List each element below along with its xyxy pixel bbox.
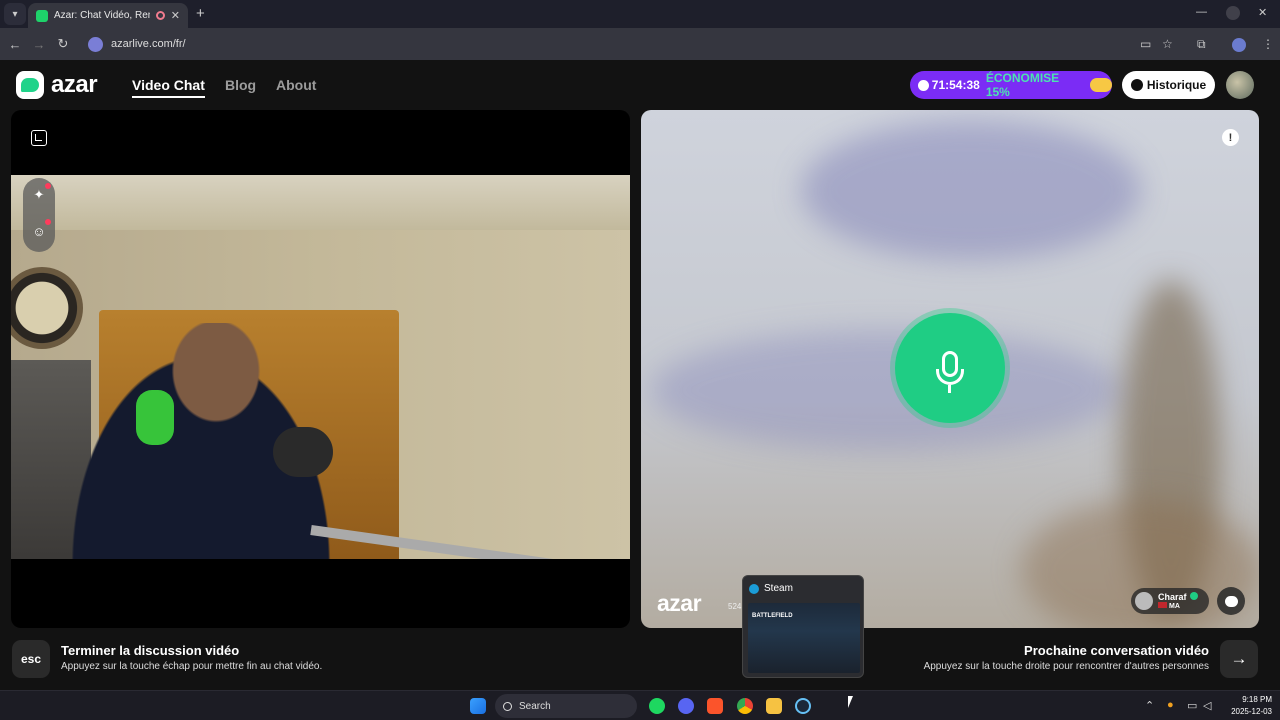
- azar-page: azar Video Chat Blog About 71:54:38 ÉCON…: [0, 60, 1280, 690]
- history-button[interactable]: Historique: [1122, 71, 1215, 99]
- azar-logo-icon: [16, 71, 44, 99]
- browser-tab[interactable]: Azar: Chat Vidéo, Rencontre ✕: [28, 3, 188, 28]
- tab-search-button[interactable]: ▾: [4, 3, 26, 25]
- omnibox[interactable]: azarlive.com/fr/: [82, 32, 1132, 56]
- profile-avatar-icon[interactable]: [1232, 38, 1246, 52]
- logo-text: azar: [51, 71, 98, 98]
- minimize-button[interactable]: —: [1196, 6, 1207, 18]
- recording-icon: [155, 11, 165, 20]
- file-explorer-icon[interactable]: [766, 698, 782, 714]
- partner-avatar: [1135, 592, 1153, 610]
- new-tab-button[interactable]: +: [196, 5, 205, 22]
- nav-about[interactable]: About: [276, 77, 316, 93]
- my-video-pane: ✦ ☺: [11, 110, 630, 628]
- sparkle-effects-icon[interactable]: ✦: [31, 183, 51, 203]
- cast-icon[interactable]: ▭: [1140, 37, 1151, 51]
- my-camera-feed: [11, 175, 630, 563]
- clock-date: 2025-12-03: [1231, 707, 1272, 716]
- browser-address-bar: ← → ↻ azarlive.com/fr/ ▭ ☆ ⧉ ⋮: [0, 28, 1280, 60]
- promo-banner[interactable]: 71:54:38 ÉCONOMISE 15%: [910, 71, 1112, 99]
- spotify-icon[interactable]: [649, 698, 665, 714]
- partner-video-pane: ! azar 524 Charaf MA: [641, 110, 1259, 628]
- partner-country: MA: [1169, 602, 1180, 610]
- end-chat-title: Terminer la discussion vidéo: [61, 643, 240, 658]
- volume-icon[interactable]: ◁: [1203, 699, 1211, 712]
- end-chat-subtitle: Appuyez sur la touche échap pour mettre …: [61, 661, 323, 672]
- steam-taskbar-icon[interactable]: [795, 698, 811, 714]
- network-icon[interactable]: ▭: [1187, 699, 1197, 712]
- microphone-tray-icon[interactable]: ●: [1167, 699, 1174, 711]
- next-chat-title: Prochaine conversation vidéo: [1024, 643, 1209, 658]
- azar-logo[interactable]: azar: [16, 71, 98, 99]
- site-info-icon[interactable]: [88, 36, 103, 52]
- tray-overflow-icon[interactable]: ⌃: [1145, 699, 1154, 712]
- windows-taskbar: Search ⌃ ● ▭ ◁ 9:18 PM 2025-12-03: [0, 690, 1280, 720]
- back-arrow-icon[interactable]: ←: [3, 37, 27, 52]
- effects-toolbar: ✦ ☺: [23, 178, 55, 252]
- brave-icon[interactable]: [707, 698, 723, 714]
- reload-icon[interactable]: ↻: [51, 36, 75, 52]
- end-chat-esc-button[interactable]: esc: [12, 640, 50, 678]
- chat-bubble-icon: [1224, 595, 1238, 607]
- history-label: Historique: [1146, 78, 1207, 92]
- user-avatar[interactable]: [1226, 71, 1254, 99]
- tab-title: Azar: Chat Vidéo, Rencontre: [54, 10, 150, 21]
- steam-preview-thumbnail[interactable]: BATTLEFIELD: [748, 603, 860, 673]
- search-icon: [503, 701, 512, 711]
- windows-start-icon[interactable]: [470, 698, 486, 714]
- discord-icon[interactable]: [678, 698, 694, 714]
- taskbar-search[interactable]: Search: [495, 694, 637, 718]
- menu-dots-icon[interactable]: ⋮: [1262, 37, 1274, 51]
- steam-thumb-text: BATTLEFIELD: [752, 613, 793, 619]
- clock-icon: [918, 79, 929, 91]
- minimize-video-icon[interactable]: [31, 130, 47, 146]
- face-filter-icon[interactable]: ☺: [31, 219, 51, 239]
- bookmark-star-icon[interactable]: ☆: [1162, 37, 1173, 51]
- tab-close-button[interactable]: ✕: [171, 9, 180, 22]
- next-chat-subtitle: Appuyez sur la touche droite pour rencon…: [923, 661, 1209, 672]
- taskbar-search-label: Search: [519, 700, 551, 712]
- profile-window-icon[interactable]: [1226, 6, 1240, 20]
- steam-preview-label: Steam: [764, 583, 793, 594]
- clock-time: 9:18 PM: [1242, 695, 1272, 704]
- gems-icon: [1090, 78, 1112, 92]
- chrome-icon[interactable]: [737, 698, 753, 714]
- browser-tab-bar: ▾ Azar: Chat Vidéo, Rencontre ✕ + — ✕: [0, 0, 1280, 28]
- verified-badge-icon: [1189, 591, 1198, 600]
- azar-favicon-icon: [36, 9, 48, 22]
- steam-icon: [749, 583, 759, 594]
- history-clock-icon: [1130, 79, 1143, 91]
- chat-button[interactable]: [1217, 587, 1245, 615]
- window-close-button[interactable]: ✕: [1258, 6, 1267, 19]
- azar-watermark: azar: [657, 590, 702, 616]
- watermark-id: 524: [728, 602, 742, 611]
- mouse-cursor-icon: [848, 696, 853, 708]
- nav-blog[interactable]: Blog: [225, 77, 256, 93]
- url-text: azarlive.com/fr/: [111, 38, 186, 50]
- partner-voice-mic-icon: [895, 313, 1005, 423]
- morocco-flag-icon: [1158, 601, 1167, 608]
- taskbar-clock[interactable]: 9:18 PM 2025-12-03: [1222, 694, 1272, 718]
- partner-name: Charaf: [1158, 591, 1187, 602]
- partner-profile-chip[interactable]: Charaf MA: [1131, 588, 1209, 614]
- report-icon[interactable]: !: [1222, 129, 1239, 146]
- promo-discount: ÉCONOMISE 15%: [985, 71, 1060, 99]
- nav-video-chat[interactable]: Video Chat: [132, 77, 205, 98]
- next-chat-button[interactable]: →: [1220, 640, 1258, 678]
- promo-timer: 71:54:38: [931, 78, 980, 92]
- extensions-icon[interactable]: ⧉: [1197, 37, 1206, 52]
- steam-window-preview[interactable]: Steam BATTLEFIELD: [742, 575, 864, 678]
- forward-arrow-icon[interactable]: →: [27, 37, 51, 52]
